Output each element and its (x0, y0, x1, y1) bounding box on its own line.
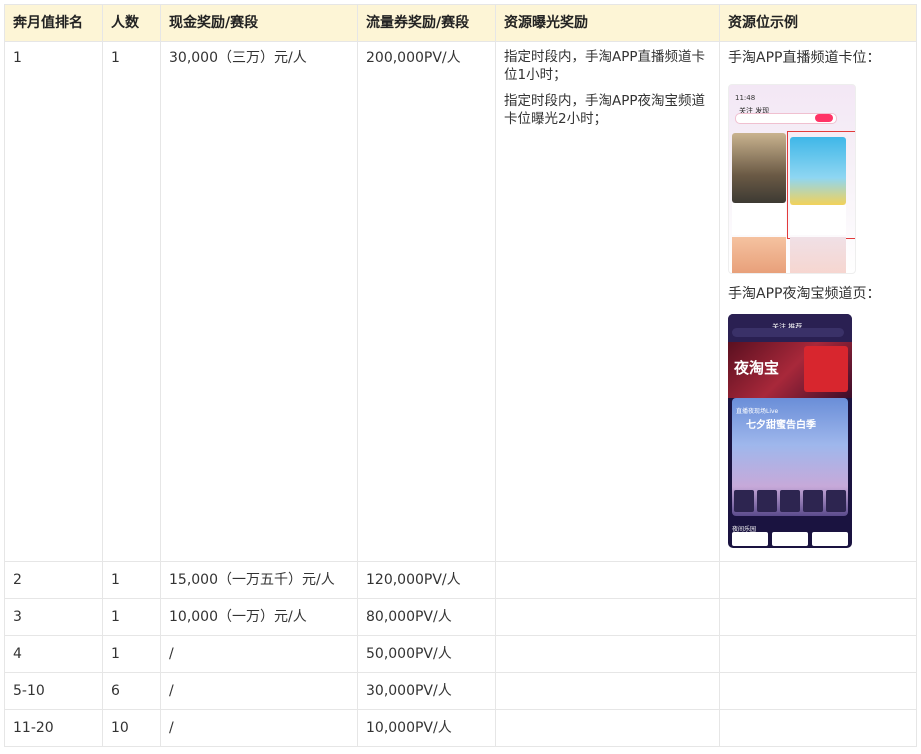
header-rank: 奔月值排名 (4, 4, 103, 42)
highlight-box (787, 131, 855, 239)
header-cash: 现金奖励/赛段 (160, 4, 358, 42)
night-channel-screenshot: 关注 推荐 夜淘宝 直播夜现场Live 七夕甜蜜告白季 夜间乐园 (728, 314, 852, 548)
live-channel-screenshot: 11:48 关注 发现 (728, 84, 856, 274)
phone-search-button (815, 114, 833, 122)
table-row: 11-20 10 / 10,000PV/人 (4, 709, 917, 747)
phone-search-bar (732, 328, 844, 337)
cell-examples: 手淘APP直播频道卡位： 11:48 关注 发现 手淘APP夜淘宝频道页： 关注… (719, 41, 917, 562)
bottom-cards (732, 532, 848, 546)
cell-examples (719, 709, 917, 747)
cell-count: 1 (102, 635, 161, 673)
cell-exposure (495, 635, 720, 673)
header-row: 奔月值排名 人数 现金奖励/赛段 流量券奖励/赛段 资源曝光奖励 资源位示例 (4, 4, 917, 42)
cell-exposure (495, 561, 720, 599)
cell-traffic: 50,000PV/人 (357, 635, 496, 673)
cell-traffic: 10,000PV/人 (357, 709, 496, 747)
cell-rank: 2 (4, 561, 103, 599)
cell-rank: 3 (4, 598, 103, 636)
exposure-item: 指定时段内，手淘APP直播频道卡位1小时； (504, 49, 706, 83)
live-thumbnails (734, 490, 846, 512)
table-row: 2 1 15,000（一万五千）元/人 120,000PV/人 (4, 561, 917, 599)
cell-traffic: 200,000PV/人 (357, 41, 496, 562)
cell-rank: 4 (4, 635, 103, 673)
cell-exposure (495, 598, 720, 636)
cell-cash: 30,000（三万）元/人 (160, 41, 358, 562)
exposure-item: 指定时段内，手淘APP夜淘宝频道卡位曝光2小时； (504, 93, 706, 127)
live-card-left (732, 133, 786, 203)
cell-exposure (495, 672, 720, 710)
night-banner-title: 夜淘宝 (734, 359, 780, 377)
cell-cash: 10,000（一万）元/人 (160, 598, 358, 636)
example-caption-night: 手淘APP夜淘宝频道页： (728, 286, 881, 302)
cell-cash: / (160, 709, 358, 747)
cell-count: 10 (102, 709, 161, 747)
table-row: 4 1 / 50,000PV/人 (4, 635, 917, 673)
cell-count: 6 (102, 672, 161, 710)
live-card-bottom-right (790, 237, 846, 273)
cell-examples (719, 635, 917, 673)
header-exposure: 资源曝光奖励 (495, 4, 720, 42)
cell-examples (719, 598, 917, 636)
table-row: 5-10 6 / 30,000PV/人 (4, 672, 917, 710)
cell-traffic: 120,000PV/人 (357, 561, 496, 599)
cell-rank: 11-20 (4, 709, 103, 747)
cell-exposure (495, 709, 720, 747)
cell-rank: 1 (4, 41, 103, 562)
cell-cash: 15,000（一万五千）元/人 (160, 561, 358, 599)
cell-cash: / (160, 672, 358, 710)
rewards-table: 奔月值排名 人数 现金奖励/赛段 流量券奖励/赛段 资源曝光奖励 资源位示例 1… (4, 4, 917, 747)
cell-rank: 5-10 (4, 672, 103, 710)
cell-traffic: 30,000PV/人 (357, 672, 496, 710)
cell-exposure: 指定时段内，手淘APP直播频道卡位1小时； 指定时段内，手淘APP夜淘宝频道卡位… (495, 41, 720, 562)
header-count: 人数 (102, 4, 161, 42)
cell-cash: / (160, 635, 358, 673)
header-traffic: 流量券奖励/赛段 (357, 4, 496, 42)
header-examples: 资源位示例 (719, 4, 917, 42)
live-card-bottom-left (732, 237, 786, 273)
table-row: 1 1 30,000（三万）元/人 200,000PV/人 指定时段内，手淘AP… (4, 41, 917, 562)
live-card-left-info (732, 203, 786, 235)
table-row: 3 1 10,000（一万）元/人 80,000PV/人 (4, 598, 917, 636)
cell-examples (719, 672, 917, 710)
cell-count: 1 (102, 561, 161, 599)
cell-count: 1 (102, 41, 161, 562)
example-caption-live: 手淘APP直播频道卡位： (728, 50, 881, 66)
cell-examples (719, 561, 917, 599)
red-envelope-card (804, 346, 848, 392)
cell-traffic: 80,000PV/人 (357, 598, 496, 636)
cell-count: 1 (102, 598, 161, 636)
qixi-title: 七夕甜蜜告白季 (746, 420, 816, 431)
